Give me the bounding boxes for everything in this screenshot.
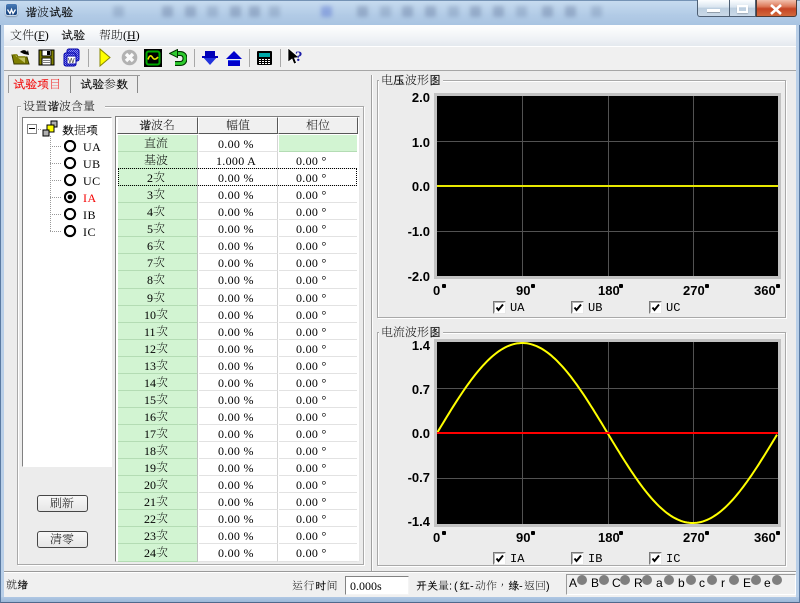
svg-text::: : bbox=[449, 581, 452, 593]
svg-text:-: - bbox=[470, 581, 474, 593]
svg-text:(: ( bbox=[454, 581, 458, 593]
svg-text:W: W bbox=[68, 58, 75, 65]
svg-text:?: ? bbox=[295, 49, 303, 65]
svg-text:): ) bbox=[546, 581, 550, 593]
svg-text:-: - bbox=[519, 581, 523, 593]
